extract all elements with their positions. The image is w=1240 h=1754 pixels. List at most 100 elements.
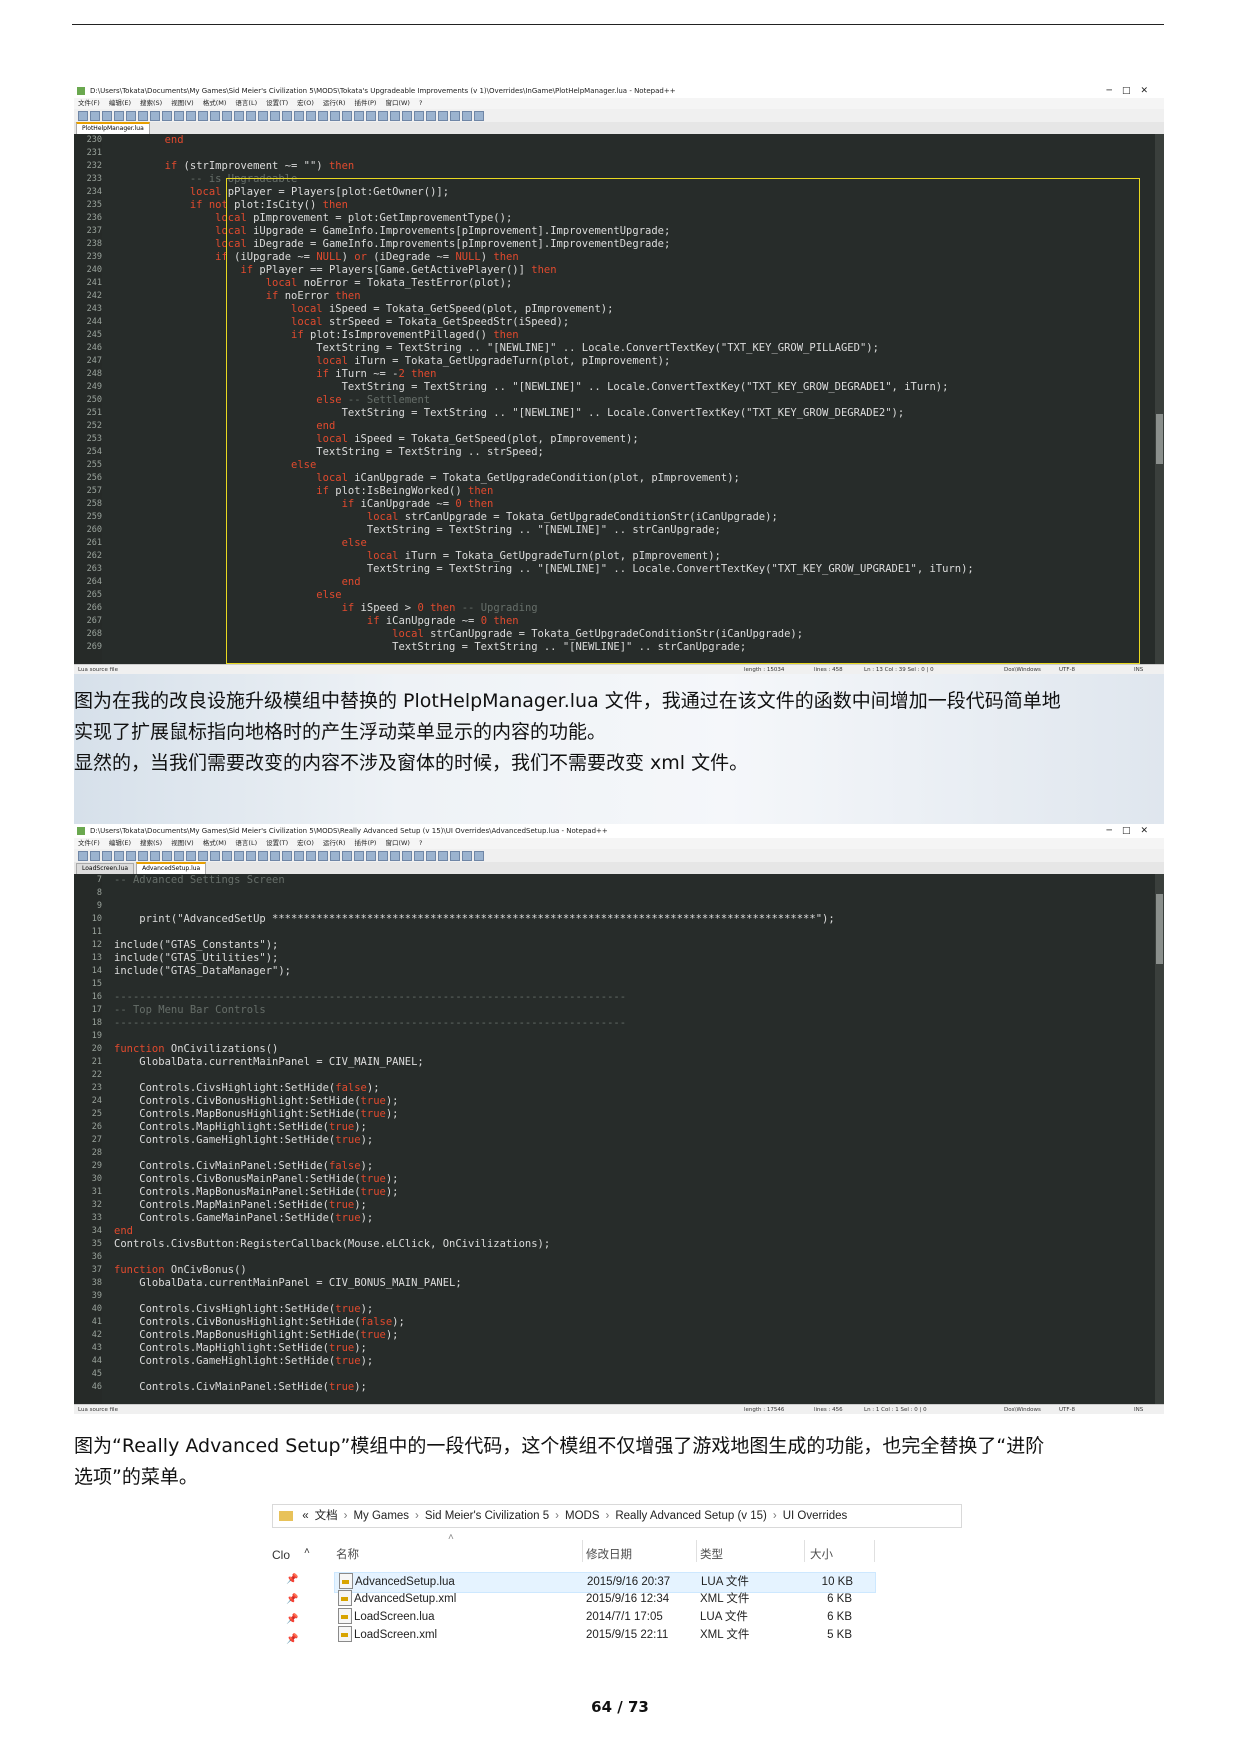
toolbar-button-icon[interactable] xyxy=(366,850,376,861)
nav-quick-access-label[interactable]: Clo xyxy=(272,1548,290,1562)
toolbar-button-icon[interactable] xyxy=(150,850,160,861)
menu-item[interactable]: 窗口(W) xyxy=(385,839,410,847)
code-line[interactable] xyxy=(114,1147,1154,1160)
breadcrumb-item[interactable]: « xyxy=(302,1510,308,1522)
menu-item[interactable]: 运行(R) xyxy=(323,99,346,107)
toolbar-button-icon[interactable] xyxy=(210,850,220,861)
toolbar-button-icon[interactable] xyxy=(174,850,184,861)
code-line[interactable] xyxy=(114,147,1154,160)
toolbar-button-icon[interactable] xyxy=(474,850,484,861)
toolbar-button-icon[interactable] xyxy=(258,850,268,861)
code-line[interactable]: Controls.CivsHighlight:SetHide(true); xyxy=(114,1303,1154,1316)
menu-item[interactable]: 插件(P) xyxy=(354,839,376,847)
menu-item[interactable]: 视图(V) xyxy=(171,839,194,847)
menu-item[interactable]: 格式(M) xyxy=(203,99,227,107)
toolbar-button-icon[interactable] xyxy=(390,110,400,121)
code-line[interactable]: Controls.GameHighlight:SetHide(true); xyxy=(114,1134,1154,1147)
scrollbar-thumb[interactable] xyxy=(1156,414,1163,464)
chevron-right-icon[interactable]: › xyxy=(344,1510,348,1522)
menu-item[interactable]: 语言(L) xyxy=(235,99,257,107)
toolbar-button-icon[interactable] xyxy=(378,110,388,121)
toolbar-button-icon[interactable] xyxy=(450,850,460,861)
menu-item[interactable]: 插件(P) xyxy=(354,99,376,107)
code-text[interactable]: -- Advanced Settings Screen print("Advan… xyxy=(114,874,1154,1404)
column-header-size[interactable]: 大小 xyxy=(810,1546,833,1562)
code-line[interactable]: Controls.CivBonusHighlight:SetHide(false… xyxy=(114,1316,1154,1329)
menu-item[interactable]: 搜索(S) xyxy=(140,99,162,107)
code-line[interactable]: ----------------------------------------… xyxy=(114,1017,1154,1030)
toolbar-button-icon[interactable] xyxy=(126,110,136,121)
scrollbar-thumb[interactable] xyxy=(1156,894,1163,964)
chevron-right-icon[interactable]: › xyxy=(773,1510,777,1522)
menu-item[interactable]: 语言(L) xyxy=(235,839,257,847)
menu-item[interactable]: 编辑(E) xyxy=(109,839,131,847)
toolbar-button-icon[interactable] xyxy=(462,850,472,861)
vertical-scrollbar[interactable] xyxy=(1155,134,1164,664)
toolbar-button-icon[interactable] xyxy=(90,850,100,861)
breadcrumb-item[interactable]: Really Advanced Setup (v 15) xyxy=(615,1510,767,1522)
column-divider[interactable] xyxy=(874,1540,875,1562)
code-line[interactable]: end xyxy=(114,1225,1154,1238)
column-header-name[interactable]: 名称 xyxy=(336,1546,359,1562)
toolbar-button-icon[interactable] xyxy=(342,110,352,121)
breadcrumb-item[interactable]: 文档 xyxy=(315,1510,338,1522)
toolbar-button-icon[interactable] xyxy=(354,850,364,861)
breadcrumb-item[interactable]: My Games xyxy=(353,1510,409,1522)
toolbar-button-icon[interactable] xyxy=(162,850,172,861)
code-line[interactable]: Controls.MapBonusHighlight:SetHide(true)… xyxy=(114,1108,1154,1121)
toolbar-button-icon[interactable] xyxy=(198,110,208,121)
toolbar-button-icon[interactable] xyxy=(174,110,184,121)
toolbar-button-icon[interactable] xyxy=(258,110,268,121)
menu-item[interactable]: 设置(T) xyxy=(266,99,288,107)
toolbar-button-icon[interactable] xyxy=(462,110,472,121)
toolbar-button-icon[interactable] xyxy=(162,110,172,121)
toolbar-button-icon[interactable] xyxy=(306,110,316,121)
code-line[interactable]: Controls.CivBonusMainPanel:SetHide(true)… xyxy=(114,1173,1154,1186)
toolbar-button-icon[interactable] xyxy=(102,110,112,121)
fold-margin[interactable] xyxy=(104,874,112,1404)
code-line[interactable] xyxy=(114,887,1154,900)
toolbar-button-icon[interactable] xyxy=(354,110,364,121)
code-line[interactable]: Controls.MapHighlight:SetHide(true); xyxy=(114,1342,1154,1355)
toolbar-button-icon[interactable] xyxy=(306,850,316,861)
tab-advancedsetup[interactable]: AdvancedSetup.lua xyxy=(136,862,207,874)
code-line[interactable]: Controls.CivMainPanel:SetHide(true); xyxy=(114,1381,1154,1394)
toolbar-button-icon[interactable] xyxy=(78,850,88,861)
toolbar-button-icon[interactable] xyxy=(330,850,340,861)
file-row[interactable]: AdvancedSetup.xml 2015/9/16 12:34 XML 文件 6 … xyxy=(334,1590,874,1609)
code-line[interactable]: print("AdvancedSetUp *******************… xyxy=(114,913,1154,926)
toolbar-button-icon[interactable] xyxy=(414,110,424,121)
window-controls[interactable]: ─□✕ xyxy=(1107,824,1158,838)
vertical-scrollbar[interactable] xyxy=(1155,874,1164,1404)
menu-item[interactable]: 宏(O) xyxy=(297,839,314,847)
toolbar-button-icon[interactable] xyxy=(270,850,280,861)
toolbar-button-icon[interactable] xyxy=(186,110,196,121)
toolbar-button-icon[interactable] xyxy=(234,110,244,121)
toolbar-button-icon[interactable] xyxy=(246,850,256,861)
column-divider[interactable] xyxy=(696,1540,697,1562)
column-divider[interactable] xyxy=(582,1540,583,1562)
menu-item[interactable]: 窗口(W) xyxy=(385,99,410,107)
pin-icon[interactable]: 📌 xyxy=(286,1634,298,1645)
toolbar-button-icon[interactable] xyxy=(210,110,220,121)
toolbar-button-icon[interactable] xyxy=(222,850,232,861)
code-line[interactable] xyxy=(114,1251,1154,1264)
menu-item[interactable]: ? xyxy=(419,839,422,847)
chevron-right-icon[interactable]: › xyxy=(555,1510,559,1522)
toolbar-button-icon[interactable] xyxy=(402,850,412,861)
toolbar-button-icon[interactable] xyxy=(414,850,424,861)
toolbar-button-icon[interactable] xyxy=(318,110,328,121)
toolbar-button-icon[interactable] xyxy=(138,850,148,861)
code-line[interactable]: include("GTAS_Utilities"); xyxy=(114,952,1154,965)
code-line[interactable]: include("GTAS_DataManager"); xyxy=(114,965,1154,978)
code-line[interactable]: Controls.MapBonusMainPanel:SetHide(true)… xyxy=(114,1186,1154,1199)
code-editor[interactable]: 230 231 232 233 234 235 236 237 238 239 240 241 242 2… xyxy=(74,134,1164,664)
toolbar-button-icon[interactable] xyxy=(438,850,448,861)
code-line[interactable] xyxy=(114,1030,1154,1043)
menu-item[interactable]: 格式(M) xyxy=(203,839,227,847)
code-line[interactable] xyxy=(114,1290,1154,1303)
code-line[interactable]: if (strImprovement ~= "") then xyxy=(114,160,1154,173)
breadcrumb-item[interactable]: MODS xyxy=(565,1510,600,1522)
toolbar-button-icon[interactable] xyxy=(126,850,136,861)
toolbar-button-icon[interactable] xyxy=(102,850,112,861)
